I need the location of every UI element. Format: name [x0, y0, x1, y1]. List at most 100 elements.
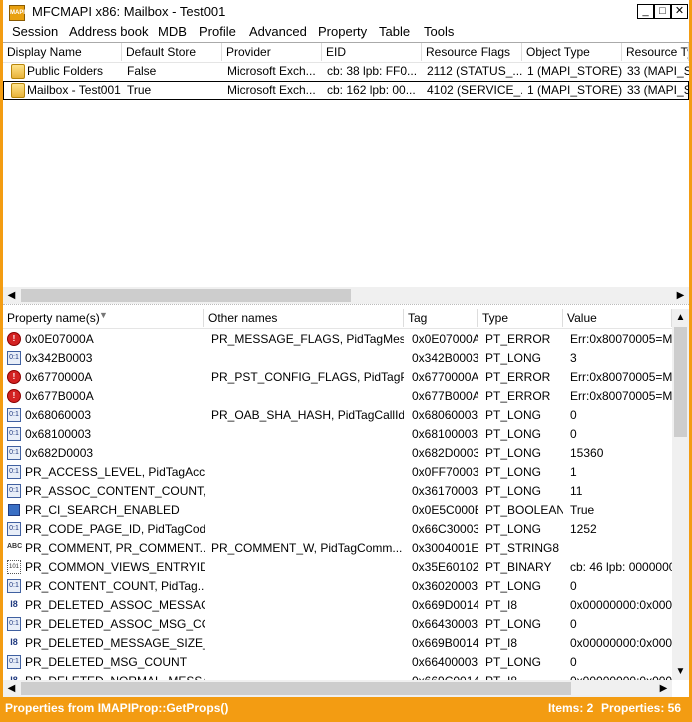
property-table-vertical-scrollbar[interactable]: ▲ ▼	[672, 309, 689, 680]
store-cell-eid: cb: 38 lpb: FF0...	[327, 64, 418, 78]
app-window: MAPI MFCMAPI x86: Mailbox - Test001 _ □ …	[0, 0, 692, 722]
property-cell-name: 0x342B0003	[25, 351, 93, 365]
property-cell-tag: 0x0E07000A	[412, 332, 478, 346]
property-cell-tag: 0x669B0014	[412, 636, 478, 650]
column-header-label: Property name(s)	[7, 311, 100, 325]
sort-descending-icon: ▼	[99, 310, 108, 320]
column-header-tag[interactable]: Tag	[404, 309, 478, 327]
close-button[interactable]: ✕	[671, 4, 688, 19]
property-cell-name: PR_ACCESS_LEVEL, PidTagAcce...	[25, 465, 205, 479]
store-table-horizontal-scrollbar[interactable]: ◀ ▶	[3, 287, 689, 304]
property-table-horizontal-scrollbar[interactable]: ◀ ▶	[3, 680, 672, 697]
scroll-left-icon[interactable]: ◀	[3, 680, 20, 697]
title-bar[interactable]: MAPI MFCMAPI x86: Mailbox - Test001 _ □ …	[3, 0, 689, 25]
property-cell-name: 0x0E07000A	[25, 332, 94, 346]
number-property-icon: 0:1	[7, 446, 21, 460]
property-row[interactable]: 0:1 PR_CODE_PAGE_ID, PidTagCod... 0x66C300…	[3, 520, 672, 539]
store-cell-resource-flags: 4102 (SERVICE_...	[427, 83, 522, 97]
property-cell-name: PR_DELETED_MSG_COUNT	[25, 655, 188, 669]
menu-advanced[interactable]: Advanced	[249, 24, 307, 39]
property-row[interactable]: 0:1 PR_ACCESS_LEVEL, PidTagAcce... 0x0FF70…	[3, 463, 672, 482]
number-property-icon: 0:1	[7, 465, 21, 479]
column-header-display-name[interactable]: Display Name	[3, 43, 122, 61]
property-row[interactable]: ! 0x6770000A PR_PST_CONFIG_FLAGS, PidTagP.…	[3, 368, 672, 387]
property-row[interactable]: 0:1 PR_CONTENT_COUNT, PidTag... 0x36020003…	[3, 577, 672, 596]
property-row[interactable]: 0:1 0x342B0003 0x342B0003 PT_LONG 3	[3, 349, 672, 368]
property-row[interactable]: 0:1 PR_ASSOC_CONTENT_COUNT,... 0x36170003 P…	[3, 482, 672, 501]
scroll-down-icon[interactable]: ▼	[672, 663, 689, 680]
store-cell-default-store: False	[127, 64, 157, 78]
scroll-right-icon[interactable]: ▶	[655, 680, 672, 697]
property-row[interactable]: PR_CI_SEARCH_ENABLED 0x0E5C000B PT_BOOLEAN…	[3, 501, 672, 520]
store-cell-default-store: True	[127, 83, 152, 97]
property-cell-type: PT_BINARY	[485, 560, 552, 574]
menu-tools[interactable]: Tools	[424, 24, 454, 39]
column-header-property-names[interactable]: Property name(s) ▼	[3, 309, 204, 327]
error-icon: !	[7, 370, 21, 384]
number-property-icon: 0:1	[7, 484, 21, 498]
status-item-count: Items: 2	[548, 701, 594, 715]
property-cell-name: PR_DELETED_ASSOC_MSG_CO...	[25, 617, 205, 631]
menu-table[interactable]: Table	[379, 24, 410, 39]
property-row[interactable]: 0:1 PR_DELETED_MSG_COUNT 0x66400003 PT_LONG…	[3, 653, 672, 672]
property-row[interactable]: ! 0x677B000A 0x677B000A PT_ERROR Err:0x80070…	[3, 387, 672, 406]
menu-session[interactable]: Session	[12, 24, 58, 39]
property-cell-tag: 0x6770000A	[412, 370, 478, 384]
scrollbar-thumb[interactable]	[674, 327, 687, 437]
column-header-provider[interactable]: Provider	[222, 43, 322, 61]
column-header-resource-flags[interactable]: Resource Flags	[422, 43, 522, 61]
minimize-button[interactable]: _	[637, 4, 654, 19]
menu-property[interactable]: Property	[318, 24, 367, 39]
property-cell-other	[211, 444, 404, 463]
column-header-object-type[interactable]: Object Type	[522, 43, 622, 61]
store-row[interactable]: Public Folders False Microsoft Exch... cb: …	[3, 62, 689, 81]
maximize-button[interactable]: □	[654, 4, 671, 19]
column-header-type[interactable]: Type	[478, 309, 563, 327]
property-cell-other	[211, 482, 404, 501]
column-header-resource-type[interactable]: Resource Ty	[622, 43, 689, 61]
property-row[interactable]: 0:1 PR_DELETED_ASSOC_MSG_CO... 0x66430003 P…	[3, 615, 672, 634]
scrollbar-thumb[interactable]	[21, 682, 571, 695]
property-cell-name: 0x682D0003	[25, 446, 94, 460]
property-cell-value: 11	[570, 484, 583, 498]
scroll-left-icon[interactable]: ◀	[3, 287, 20, 304]
property-row[interactable]: I8 PR_DELETED_ASSOC_MESSAGE... 0x669D0014 P…	[3, 596, 672, 615]
property-cell-other	[211, 634, 404, 653]
column-header-other-names[interactable]: Other names	[204, 309, 404, 327]
scrollbar-thumb[interactable]	[21, 289, 351, 302]
property-cell-type: PT_LONG	[485, 446, 542, 460]
property-row[interactable]: 101 PR_COMMON_VIEWS_ENTRYID... 0x35E60102 P…	[3, 558, 672, 577]
property-cell-tag: 0x35E60102	[412, 560, 478, 574]
number-property-icon: 0:1	[7, 522, 21, 536]
menu-profile[interactable]: Profile	[199, 24, 236, 39]
property-row[interactable]: 0:1 0x682D0003 0x682D0003 PT_LONG 15360	[3, 444, 672, 463]
property-row[interactable]: I8 PR_DELETED_MESSAGE_SIZE_EX... 0x669B001…	[3, 634, 672, 653]
column-header-default-store[interactable]: Default Store	[122, 43, 222, 61]
column-header-value[interactable]: Value	[563, 309, 672, 327]
property-cell-value: 0	[570, 427, 577, 441]
property-cell-type: PT_LONG	[485, 484, 542, 498]
property-cell-value: Err:0x80070005=MA	[570, 370, 672, 384]
property-row[interactable]: ! 0x0E07000A PR_MESSAGE_FLAGS, PidTagMess.…	[3, 330, 672, 349]
store-cell-provider: Microsoft Exch...	[227, 64, 316, 78]
column-header-eid[interactable]: EID	[322, 43, 422, 61]
menu-mdb[interactable]: MDB	[158, 24, 187, 39]
property-row[interactable]: 0:1 0x68100003 0x68100003 PT_LONG 0	[3, 425, 672, 444]
property-cell-value: 0x00000000:0x000000	[570, 598, 672, 612]
property-cell-tag: 0x669D0014	[412, 598, 478, 612]
scroll-up-icon[interactable]: ▲	[672, 309, 689, 326]
store-cell-object-type: 1 (MAPI_STORE)	[527, 64, 622, 78]
number-property-icon: 0:1	[7, 427, 21, 441]
store-cell-display-name: Mailbox - Test001	[27, 83, 121, 97]
i8-property-icon: I8	[10, 637, 18, 647]
window-title: MFCMAPI x86: Mailbox - Test001	[32, 4, 226, 19]
property-row[interactable]: 0:1 0x68060003 PR_OAB_SHA_HASH, PidTagCall…	[3, 406, 672, 425]
scroll-right-icon[interactable]: ▶	[672, 287, 689, 304]
store-table-header: Display Name Default Store Provider EID …	[3, 43, 689, 63]
store-row[interactable]: Mailbox - Test001 True Microsoft Exch... cb…	[3, 81, 689, 100]
property-row[interactable]: ABC PR_COMMENT, PR_COMMENT... PR_COMMENT_W…	[3, 539, 672, 558]
property-cell-name: 0x68100003	[25, 427, 92, 441]
menu-address-book[interactable]: Address book	[69, 24, 149, 39]
property-cell-type: PT_ERROR	[485, 389, 551, 403]
property-cell-tag: 0x0FF70003	[412, 465, 478, 479]
